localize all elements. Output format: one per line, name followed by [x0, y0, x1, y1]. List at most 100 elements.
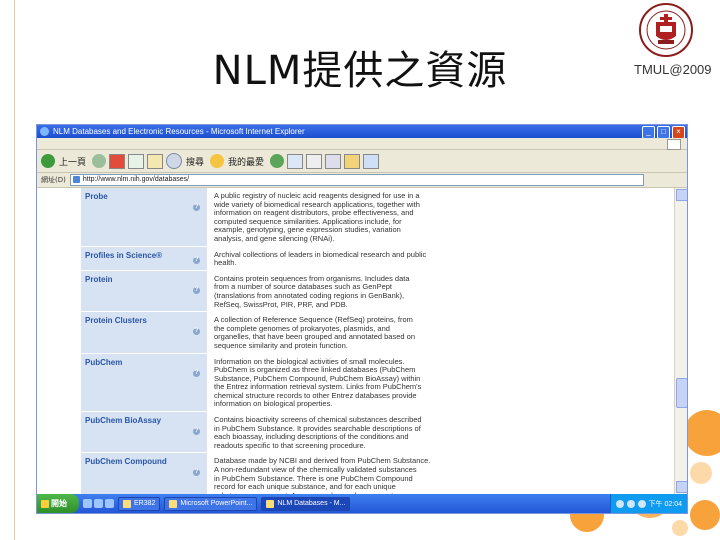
messenger-icon[interactable]	[363, 153, 380, 169]
start-button[interactable]: 開始	[37, 494, 79, 513]
help-icon[interactable]: ?	[193, 428, 200, 436]
description-line: health.	[214, 258, 237, 268]
folder-icon	[123, 499, 131, 508]
scroll-up-arrow-icon[interactable]	[676, 189, 687, 201]
table-row: PubChem Compound? Database made by NCBI a…	[81, 452, 511, 494]
database-link[interactable]: Protein	[85, 275, 203, 284]
quick-launch-ie-icon[interactable]	[83, 499, 92, 508]
ie-icon	[40, 127, 49, 136]
database-link[interactable]: PubChem Compound	[85, 457, 203, 466]
table-row: Protein Clusters? A collection of Referen…	[81, 311, 511, 354]
taskbar: 開始 ER382 Microsoft PowerPoint... NLM Dat…	[37, 494, 687, 513]
slide-watermark: TMUL@2009	[634, 62, 712, 77]
favorites-star-icon[interactable]	[210, 154, 225, 168]
description-line: analysis, and gene silencing (RNAi).	[214, 233, 335, 243]
quick-launch	[83, 499, 114, 508]
database-name-cell: PubChem?	[81, 353, 208, 413]
address-label: 網址(D)	[41, 176, 66, 184]
vertical-scrollbar[interactable]	[674, 188, 687, 494]
database-description: A collection of Reference Sequence (RefS…	[207, 311, 511, 354]
database-link[interactable]: PubChem	[85, 358, 203, 367]
stop-icon[interactable]	[109, 153, 126, 169]
database-name-cell: PubChem BioAssay?	[81, 411, 208, 454]
table-row: PubChem BioAssay? Contains bioactivity sc…	[81, 411, 511, 454]
tray-network-icon[interactable]	[615, 499, 624, 508]
slide-title: NLM提供之資源	[212, 48, 508, 94]
database-description: Contains bioactivity screens of chemical…	[207, 411, 511, 454]
help-icon[interactable]: ?	[193, 369, 200, 377]
browser-window: NLM Databases and Electronic Resources -…	[36, 124, 688, 514]
address-input[interactable]: http://www.nlm.nih.gov/databases/	[69, 174, 644, 186]
browser-toolbar: 上一頁 搜尋 我的最愛	[37, 150, 687, 173]
edit-icon[interactable]	[325, 153, 342, 169]
database-link[interactable]: Protein Clusters	[85, 316, 203, 325]
clock: 下午 02:04	[648, 500, 682, 508]
database-description: Contains protein sequences from organism…	[207, 270, 511, 313]
database-name-cell: Protein Clusters?	[81, 311, 208, 354]
help-icon[interactable]: ?	[193, 469, 200, 477]
database-description: A public registry of nucleic acid reagen…	[207, 188, 511, 247]
table-row: Protein? Contains protein sequences from …	[81, 270, 511, 313]
description-line: Archival collections of leaders in biome…	[214, 249, 427, 259]
history-icon[interactable]	[270, 154, 285, 168]
start-label: 開始	[51, 499, 67, 508]
quick-launch-desktop-icon[interactable]	[94, 499, 103, 508]
database-name-cell: Probe?	[81, 188, 208, 247]
scrollbar-thumb[interactable]	[676, 378, 687, 408]
scroll-down-arrow-icon[interactable]	[676, 481, 687, 493]
taskbar-button[interactable]: Microsoft PowerPoint...	[164, 496, 258, 511]
taskbar-button[interactable]: ER382	[118, 496, 161, 511]
search-icon[interactable]	[166, 153, 183, 169]
back-button[interactable]: 上一頁	[59, 155, 86, 168]
ie-icon	[266, 499, 275, 508]
description-line: readouts specific to that screening proc…	[214, 440, 366, 450]
table-row: Profiles in Science®? Archival collection…	[81, 246, 511, 271]
database-link[interactable]: Probe	[85, 192, 203, 201]
forward-arrow-icon[interactable]	[92, 154, 107, 168]
tray-ime-icon[interactable]	[637, 499, 646, 508]
taskbar-button-label: Microsoft PowerPoint...	[180, 500, 253, 507]
database-name-cell: Profiles in Science®?	[81, 246, 208, 271]
windows-flag-icon	[667, 139, 681, 150]
description-line: RefSeq, SwissProt, PIR, PRF, and PDB.	[214, 299, 348, 309]
quick-launch-media-icon[interactable]	[105, 499, 114, 508]
database-link[interactable]: Profiles in Science®	[85, 251, 203, 260]
help-icon[interactable]: ?	[193, 204, 200, 211]
folder-icon[interactable]	[344, 153, 361, 169]
decor-circle	[690, 462, 712, 484]
database-name-cell: PubChem Compound?	[81, 452, 208, 494]
help-icon[interactable]: ?	[193, 256, 200, 264]
database-description: Database made by NCBI and derived from P…	[207, 452, 511, 494]
table-row: Probe? A public registry of nucleic acid …	[81, 188, 511, 247]
table-row: PubChem? Information on the biological ac…	[81, 353, 511, 413]
home-icon[interactable]	[147, 153, 164, 169]
title-bar[interactable]: NLM Databases and Electronic Resources -…	[37, 125, 687, 139]
decor-circle	[684, 410, 720, 456]
system-tray: 下午 02:04	[609, 494, 687, 513]
window-title: NLM Databases and Electronic Resources -…	[53, 127, 305, 136]
back-arrow-icon[interactable]	[41, 154, 55, 168]
address-bar: 網址(D) http://www.nlm.nih.gov/databases/	[37, 173, 687, 188]
university-seal-icon	[639, 3, 693, 57]
print-icon[interactable]	[306, 153, 323, 169]
help-icon[interactable]: ?	[193, 286, 200, 294]
favorites-button[interactable]: 我的最愛	[228, 155, 264, 168]
search-button[interactable]: 搜尋	[186, 155, 204, 168]
decor-circle	[690, 500, 720, 530]
page-content: Probe? A public registry of nucleic acid …	[37, 188, 673, 494]
database-description: Information on the biological activities…	[207, 353, 511, 413]
database-link[interactable]: PubChem BioAssay	[85, 416, 203, 425]
refresh-icon[interactable]	[128, 153, 145, 169]
help-icon[interactable]: ?	[193, 328, 200, 336]
taskbar-button-label: ER382	[134, 500, 156, 507]
database-description: Archival collections of leaders in biome…	[207, 246, 511, 271]
taskbar-button-active[interactable]: NLM Databases - M...	[261, 496, 351, 511]
taskbar-button-label: NLM Databases - M...	[277, 500, 346, 507]
description-line: information on biological properties.	[214, 399, 333, 409]
menu-bar[interactable]	[37, 138, 687, 150]
mail-icon[interactable]	[287, 153, 304, 169]
windows-logo-icon	[41, 499, 49, 508]
decor-circle	[672, 520, 688, 536]
tray-volume-icon[interactable]	[626, 499, 635, 508]
description-line: sequence similarity and protein function…	[214, 340, 348, 350]
